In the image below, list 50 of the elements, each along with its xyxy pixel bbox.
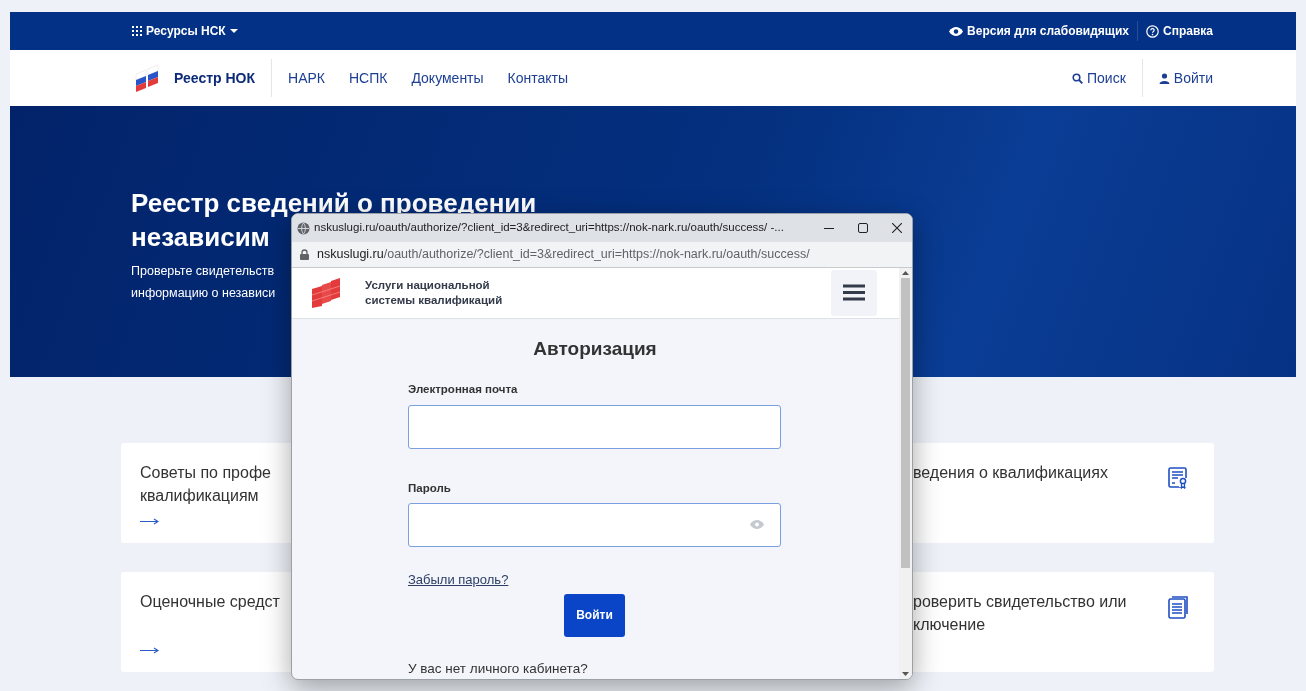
site-name: Услуги национальной системы квалификаций [365,277,503,308]
hero-subtitle-line: информацию о независи [131,285,276,302]
email-input-field[interactable] [408,404,781,449]
nav-link[interactable]: НСПК [348,67,388,89]
close-icon [892,223,902,233]
nav-link[interactable]: Документы [411,67,484,89]
brand-logo-link[interactable]: Реестр НОК [132,64,255,92]
blocks-logo-icon [310,277,341,309]
menu-icon [843,284,865,302]
globe-icon [297,221,310,235]
card-title: ведения о квалификациях [913,463,1108,483]
password-input-field[interactable] [408,502,781,547]
window-title: nskuslugi.ru/oauth/authorize/?client_id=3&redirect_uri=https://nok-nark.ru/oauth/success/ -... [314,220,785,236]
certificate-icon [1168,467,1190,490]
hero-subtitle-line: Проверьте свидетельств [131,263,275,280]
scrollbar[interactable] [899,268,912,679]
accessibility-link[interactable]: Версия для слабовидящих [949,22,1129,40]
maximize-icon [858,223,868,233]
user-icon [1158,72,1170,84]
scroll-up-icon[interactable] [901,268,910,278]
no-account-text: У вас нет личного кабинета? [408,659,588,678]
card-title: Советы по профе квалификациям [140,463,271,506]
eye-icon [949,26,964,36]
nav-link[interactable]: Контакты [507,67,569,89]
search-link[interactable]: Поиск [1072,67,1126,89]
arrow-icon [140,518,159,525]
eye-icon [750,520,764,530]
help-link[interactable]: Справка [1146,22,1213,40]
documents-icon [1168,596,1190,619]
grid-icon [132,26,142,36]
hero-title-line: независим [131,221,270,254]
search-icon [1072,72,1083,84]
card-title: Оценочные средст [140,592,280,612]
card-title: роверить свидетельство или ключение [913,592,1127,635]
menu-button[interactable] [831,269,877,316]
arrow-icon [140,647,159,654]
address-url: nskuslugi.ru/oauth/authorize/?client_id=3&redirect_uri=https://nok-nark.ru/oauth/success/ [317,246,810,264]
hero-title-line: Реестр сведений о проведении [131,187,537,220]
forgot-password-link[interactable]: Забыли пароль? [408,571,509,587]
scroll-down-icon[interactable] [901,669,910,679]
password-label: Пароль [408,480,451,496]
caret-icon [229,28,238,34]
resources-menu[interactable]: Ресурсы НСК [132,22,238,40]
help-icon [1146,24,1159,38]
submit-button[interactable]: Войти [564,593,625,637]
lock-icon [300,249,309,260]
form-heading: Авторизация [532,336,658,361]
email-label: Электронная почта [408,382,518,398]
nav-link[interactable]: НАРК [288,67,325,89]
login-link[interactable]: Войти [1158,67,1213,89]
